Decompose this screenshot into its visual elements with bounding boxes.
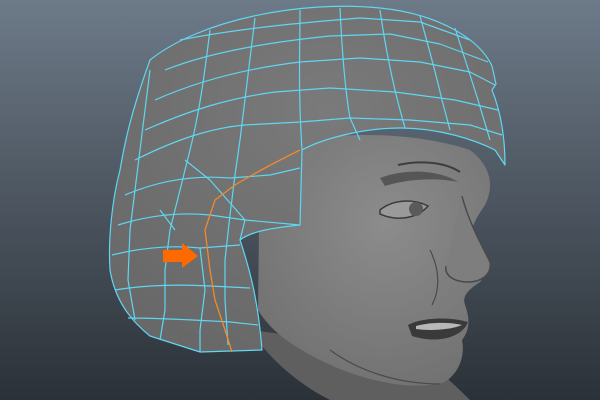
eye-iris: [409, 202, 423, 216]
3d-viewport[interactable]: [0, 0, 600, 400]
viewport-scene[interactable]: [0, 0, 600, 400]
